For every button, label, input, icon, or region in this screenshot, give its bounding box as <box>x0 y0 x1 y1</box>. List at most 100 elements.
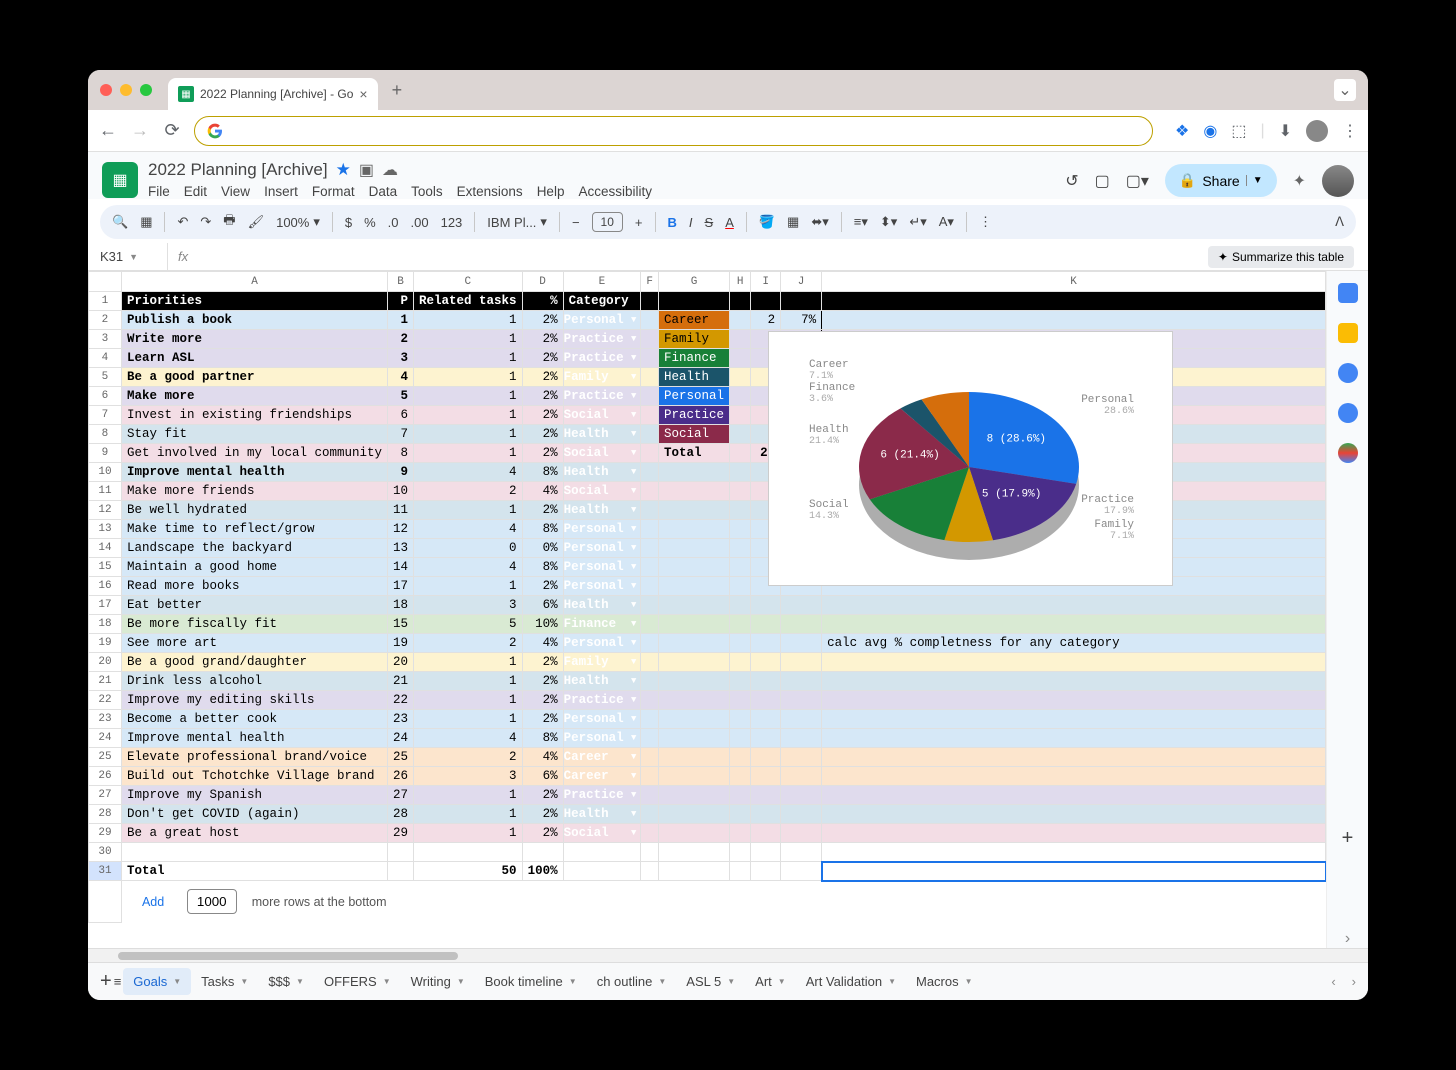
sheet-tab[interactable]: Book timeline▼ <box>475 968 587 995</box>
align-icon[interactable]: ≡▾ <box>854 214 868 230</box>
maximize-window-icon[interactable] <box>140 84 152 96</box>
share-button[interactable]: 🔒 Share ▼ <box>1165 164 1277 197</box>
table-row[interactable]: 27 Improve my Spanish 27 1 2% Practice <box>89 786 1326 805</box>
all-sheets-icon[interactable]: ≡ <box>114 974 122 989</box>
row-header[interactable]: 5 <box>89 368 122 387</box>
extension-icon[interactable]: ◉ <box>1203 121 1217 141</box>
col-header-A[interactable]: A <box>121 272 387 292</box>
meet-icon[interactable]: ▢▾ <box>1126 171 1149 191</box>
more-icon[interactable]: ⋮ <box>979 214 992 230</box>
move-icon[interactable]: ▣ <box>359 160 374 180</box>
row-header[interactable]: 3 <box>89 330 122 349</box>
col-header-H[interactable]: H <box>730 272 751 292</box>
font-size-increase[interactable]: + <box>635 215 643 230</box>
redo-icon[interactable]: ↷ <box>200 214 211 230</box>
row-header[interactable]: 28 <box>89 805 122 824</box>
category-chip[interactable]: Practice <box>564 788 641 802</box>
spreadsheet-grid[interactable]: ABCDEFGHIJK1 Priorities P Related tasks … <box>88 271 1326 948</box>
row-header[interactable]: 14 <box>89 539 122 558</box>
row-header[interactable]: 4 <box>89 349 122 368</box>
row-header[interactable]: 7 <box>89 406 122 425</box>
category-chip[interactable]: Health <box>564 674 641 688</box>
row-header[interactable]: 18 <box>89 615 122 634</box>
row-header[interactable]: 20 <box>89 653 122 672</box>
sheet-tab[interactable]: Goals▼ <box>123 968 191 995</box>
category-chip[interactable]: Personal <box>564 522 641 536</box>
reload-icon[interactable]: ⟳ <box>162 120 182 141</box>
table-row[interactable]: 22 Improve my editing skills 22 1 2% Pra… <box>89 691 1326 710</box>
category-chip[interactable]: Personal <box>564 731 641 745</box>
category-chip[interactable]: Social <box>564 826 641 840</box>
category-chip[interactable]: Finance <box>564 617 641 631</box>
row-header[interactable]: 17 <box>89 596 122 615</box>
valign-icon[interactable]: ⬍▾ <box>880 214 897 230</box>
decimal-decrease-icon[interactable]: .0 <box>388 215 399 230</box>
back-icon[interactable]: ← <box>98 120 118 141</box>
col-header-I[interactable]: I <box>751 272 781 292</box>
row-header[interactable]: 2 <box>89 311 122 330</box>
extension-icon[interactable]: ❖ <box>1175 121 1189 141</box>
more-formats-icon[interactable]: 123 <box>441 215 463 230</box>
summarize-button[interactable]: ✦ Summarize this table <box>1208 246 1354 268</box>
col-header-D[interactable]: D <box>522 272 563 292</box>
menu-help[interactable]: Help <box>537 184 565 199</box>
keep-icon[interactable] <box>1338 323 1358 343</box>
category-chip[interactable]: Career <box>564 750 641 764</box>
category-chip[interactable]: Practice <box>564 389 641 403</box>
menu-tools[interactable]: Tools <box>411 184 443 199</box>
rotate-icon[interactable]: A▾ <box>939 214 954 230</box>
pie-chart[interactable]: 8 (28.6%)5 (17.9%)6 (21.4%)Personal28.6%… <box>768 331 1173 586</box>
maps-icon[interactable] <box>1338 443 1358 463</box>
col-header-E[interactable]: E <box>563 272 641 292</box>
tab-scroll-right-icon[interactable]: › <box>1352 974 1356 989</box>
table-row[interactable]: 29 Be a great host 29 1 2% Social <box>89 824 1326 843</box>
tab-scroll-left-icon[interactable]: ‹ <box>1331 974 1335 989</box>
fill-color-icon[interactable]: 🪣 <box>759 214 775 230</box>
row-header[interactable]: 11 <box>89 482 122 501</box>
table-row[interactable]: 26 Build out Tchotchke Village brand 26 … <box>89 767 1326 786</box>
menu-view[interactable]: View <box>221 184 250 199</box>
search-menus-icon[interactable]: 🔍 <box>112 214 128 230</box>
row-header[interactable]: 24 <box>89 729 122 748</box>
forward-icon[interactable]: → <box>130 120 150 141</box>
extension-icon[interactable]: ⬚ <box>1231 121 1246 141</box>
menu-accessibility[interactable]: Accessibility <box>578 184 652 199</box>
add-sheet-icon[interactable]: + <box>100 970 112 993</box>
new-tab-button[interactable]: + <box>392 80 403 101</box>
category-chip[interactable]: Family <box>564 655 641 669</box>
add-rows-count-input[interactable] <box>187 889 237 914</box>
name-box[interactable]: K31▼ <box>88 243 168 270</box>
row-header[interactable]: 1 <box>89 292 122 311</box>
calendar-icon[interactable] <box>1338 283 1358 303</box>
col-header-B[interactable]: B <box>388 272 414 292</box>
category-chip[interactable]: Personal <box>564 712 641 726</box>
add-panel-icon[interactable]: + <box>1342 827 1354 850</box>
add-rows-button[interactable]: Add <box>142 895 164 909</box>
menu-data[interactable]: Data <box>369 184 398 199</box>
download-icon[interactable]: ⬇ <box>1279 121 1292 141</box>
bold-icon[interactable]: B <box>668 215 677 230</box>
category-chip[interactable]: Personal <box>564 560 641 574</box>
horizontal-scrollbar[interactable] <box>88 948 1368 962</box>
browser-menu-icon[interactable]: ⋮ <box>1342 121 1358 141</box>
wrap-icon[interactable]: ↵▾ <box>909 214 926 230</box>
browser-tab[interactable]: ▦ 2022 Planning [Archive] - Go × <box>168 78 378 110</box>
address-bar[interactable] <box>194 116 1153 146</box>
hide-panel-icon[interactable]: › <box>1345 930 1350 948</box>
text-color-icon[interactable]: A <box>725 215 734 230</box>
col-header-G[interactable]: G <box>659 272 730 292</box>
cloud-status-icon[interactable]: ☁ <box>382 160 398 180</box>
row-header[interactable]: 13 <box>89 520 122 539</box>
category-chip[interactable]: Family <box>564 370 641 384</box>
menu-file[interactable]: File <box>148 184 170 199</box>
category-chip[interactable]: Practice <box>564 351 641 365</box>
collapse-toolbar-icon[interactable]: ᐱ <box>1335 214 1344 230</box>
menu-format[interactable]: Format <box>312 184 355 199</box>
sheet-tab[interactable]: Tasks▼ <box>191 968 258 995</box>
table-row[interactable]: 24 Improve mental health 24 4 8% Persona… <box>89 729 1326 748</box>
col-header-K[interactable]: K <box>822 272 1326 292</box>
sheet-tab[interactable]: Art▼ <box>745 968 796 995</box>
category-chip[interactable]: Health <box>564 465 641 479</box>
category-chip[interactable]: Health <box>564 427 641 441</box>
row-header[interactable]: 9 <box>89 444 122 463</box>
